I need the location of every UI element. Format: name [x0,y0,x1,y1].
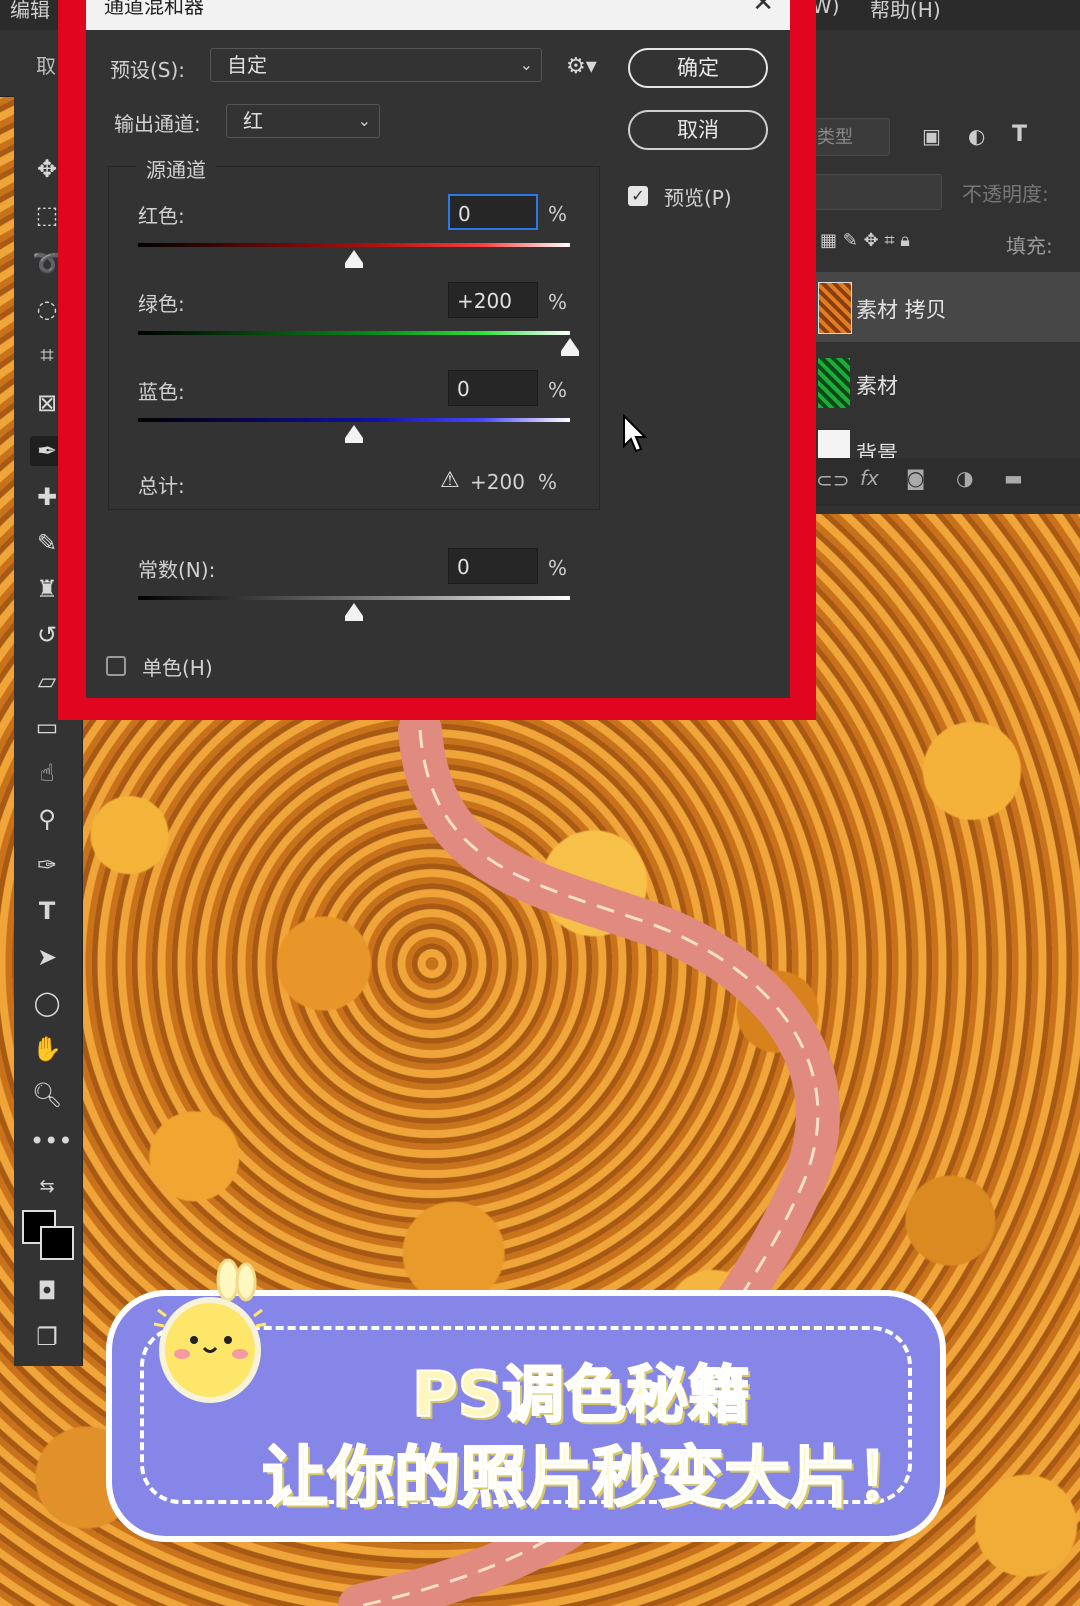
layer-thumbnail [818,282,852,334]
hand-tool-icon[interactable]: ✋ [30,1034,64,1064]
output-channel-dropdown[interactable]: 红 ⌄ [226,104,380,138]
layer-thumbnail [818,358,850,408]
preview-checkbox[interactable]: ✓ [628,186,648,206]
image-filter-icon[interactable]: ▣ [922,124,941,148]
menu-item-edit[interactable]: 编辑 [10,0,50,23]
red-slider-track[interactable] [138,243,570,247]
dialog-titlebar: 通道混和器 ✕ [86,0,790,30]
blend-mode-dropdown[interactable] [810,174,942,210]
green-value-input[interactable]: +200 [448,282,538,318]
output-channel-label: 输出通道: [114,112,201,136]
layer-row-background[interactable]: 背景 [810,422,1080,458]
new-adjustment-icon[interactable]: ◑ [956,466,973,490]
dodge-tool-icon[interactable]: ⚲ [30,804,64,834]
quick-mask-icon[interactable]: ◘ [30,1276,64,1306]
percent-sign: % [548,290,568,314]
constant-slider-track[interactable] [138,596,570,600]
blue-value-input[interactable]: 0 [448,370,538,406]
percent-sign: % [548,202,568,226]
monochrome-checkbox[interactable] [106,656,126,676]
screen-mode-icon[interactable]: ❐ [30,1322,64,1352]
preset-dropdown[interactable]: 自定 ⌄ [210,48,542,82]
mouse-cursor-icon [623,414,648,453]
blue-slider-track[interactable] [138,418,570,422]
new-group-icon[interactable]: ▬ [1004,466,1023,490]
preview-label: 预览(P) [664,186,732,210]
add-mask-icon[interactable]: ◙ [906,466,925,490]
options-cancel[interactable]: 取 [36,50,56,79]
fill-label: 填充: [1006,234,1053,258]
chevron-down-icon: ⌄ [357,111,371,130]
layer-name: 素材 [856,374,898,398]
monochrome-label: 单色(H) [142,656,213,680]
layers-panel: 类型 ▣ ◐ T 不透明度: ▦ ✎ ✥ ⌗ 🔒︎ 填充: 素材 拷贝 素材 背… [810,96,1080,514]
menu-item-window[interactable]: W) [812,0,840,18]
ellipse-tool-icon[interactable]: ◯ [30,988,64,1018]
dialog-title: 通道混和器 [104,0,204,18]
percent-sign: % [538,470,558,494]
layer-row-copy[interactable]: 素材 拷贝 [810,272,1080,342]
percent-sign: % [548,378,568,402]
constant-label: 常数(N): [138,558,216,582]
preset-options-gear-icon[interactable]: ⚙▾ [566,54,597,79]
type-filter-icon[interactable]: T [1012,122,1027,147]
background-color-swatch[interactable] [40,1226,74,1260]
type-tool-icon[interactable]: T [30,896,64,926]
chevron-down-icon: ⌄ [519,55,533,74]
menu-item-help[interactable]: 帮助(H) [870,0,941,23]
red-value-input[interactable]: 0 [448,194,538,230]
close-icon[interactable]: ✕ [752,0,774,18]
layer-name: 素材 拷贝 [856,298,947,322]
layer-row-material[interactable]: 素材 [810,348,1080,418]
banner-title: PS调色秘籍 [411,1357,751,1432]
path-select-tool-icon[interactable]: ➤ [30,942,64,972]
pen-tool-icon[interactable]: ✑ [30,850,64,880]
red-channel-label: 红色: [138,204,185,228]
blue-channel-label: 蓝色: [138,380,185,404]
layers-footer: ⊂⊃ fx ◙ ◑ ▬ [810,458,1080,506]
total-value: +200 [470,470,525,494]
total-label: 总计: [138,474,185,498]
layer-thumbnail [818,430,850,458]
swap-colors-icon[interactable]: ⇆ [30,1172,64,1202]
percent-sign: % [548,556,568,580]
green-slider-track[interactable] [138,331,570,335]
opacity-label: 不透明度: [962,182,1049,206]
adjustment-filter-icon[interactable]: ◐ [968,124,985,148]
green-channel-label: 绿色: [138,292,185,316]
preset-label: 预设(S): [110,58,186,82]
lock-icons[interactable]: ▦ ✎ ✥ ⌗ 🔒︎ [820,230,910,251]
zoom-tool-icon[interactable]: 🔍︎ [30,1080,64,1110]
link-layers-icon[interactable]: ⊂⊃ [816,468,850,492]
constant-slider-knob[interactable] [345,603,363,621]
red-slider-knob[interactable] [345,250,363,268]
more-tools-icon[interactable]: ••• [30,1126,72,1156]
fx-icon[interactable]: fx [860,466,879,490]
constant-value-input[interactable]: 0 [448,548,538,584]
banner-subtitle: 让你的照片秒变大片！ [261,1438,923,1517]
blue-slider-knob[interactable] [345,425,363,443]
ok-button[interactable]: 确定 [628,48,768,88]
cancel-button[interactable]: 取消 [628,110,768,150]
layer-name: 背景 [856,442,898,458]
mascot-sticker-icon [153,1258,267,1403]
green-slider-knob[interactable] [561,338,579,356]
layer-kind-filter[interactable]: 类型 [810,118,890,156]
warning-icon: ⚠ [440,468,460,493]
smudge-tool-icon[interactable]: ☝ [30,758,64,788]
source-channels-label: 源通道 [136,154,216,183]
